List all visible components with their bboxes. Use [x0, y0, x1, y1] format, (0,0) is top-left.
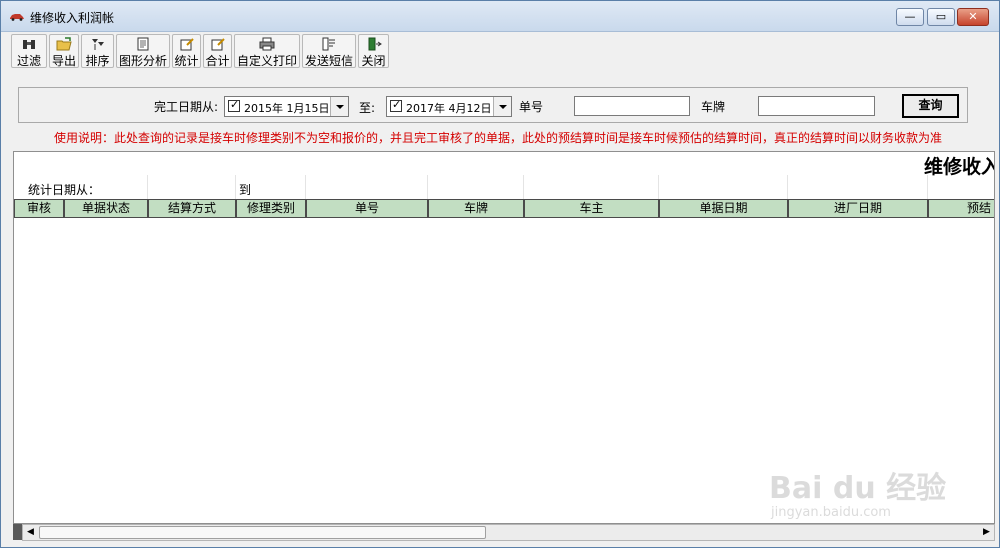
date-from-value: 2015年 1月15日 — [244, 102, 330, 115]
date-from-label: 完工日期从: — [154, 100, 219, 114]
custom-print-label: 自定义打印 — [236, 54, 297, 68]
export-button[interactable]: 导出 — [49, 34, 79, 68]
message-list-icon — [322, 37, 335, 51]
scrollbar-thumb[interactable] — [39, 526, 486, 539]
stat-to-label: 到 — [239, 183, 252, 197]
date-to-value: 2017年 4月12日 — [406, 102, 492, 115]
grid-divider — [235, 175, 236, 199]
usage-notice: 使用说明：此处查询的记录是接车时修理类别不为空和报价的，并且完工审核了的单据，此… — [54, 131, 943, 145]
edit-note-icon — [211, 38, 225, 51]
grid-corner — [13, 524, 22, 540]
sort-icon — [91, 39, 104, 50]
chart-analysis-label: 图形分析 — [118, 54, 167, 68]
date-to-dropdown[interactable] — [493, 97, 511, 116]
order-no-label: 单号 — [519, 100, 544, 114]
document-icon — [137, 37, 149, 51]
title-bar: 维修收入利润帐 — ▭ ✕ — [1, 1, 999, 32]
total-button[interactable]: 合计 — [203, 34, 232, 68]
main-window: 维修收入利润帐 — ▭ ✕ 过滤 导出 排序 图形分析 统计 合计 自定义打印 … — [0, 0, 1000, 548]
total-label: 合计 — [205, 54, 230, 68]
date-from-picker[interactable]: ✓ 2015年 1月15日 — [224, 96, 349, 117]
edit-note-icon — [180, 38, 194, 51]
column-header[interactable]: 单据日期 — [659, 199, 788, 218]
date-from-dropdown[interactable] — [330, 97, 348, 116]
grid-divider — [147, 175, 148, 199]
grid-divider — [523, 175, 524, 199]
scroll-left-icon[interactable]: ◀ — [23, 525, 38, 540]
sort-button[interactable]: 排序 — [81, 34, 114, 68]
stat-date-label: 统计日期从： — [28, 183, 101, 197]
order-no-input[interactable] — [574, 96, 690, 116]
minimize-button[interactable]: — — [896, 8, 924, 26]
chevron-down-icon — [499, 105, 507, 109]
grid-divider — [305, 175, 306, 199]
column-header[interactable]: 车牌 — [428, 199, 524, 218]
statistics-label: 统计 — [174, 54, 199, 68]
watermark-brand: Bai du 经验 — [769, 471, 947, 506]
column-header[interactable]: 进厂日期 — [788, 199, 928, 218]
baidu-watermark: Bai du 经验 jingyan.baidu.com — [769, 445, 969, 525]
export-folder-icon — [56, 37, 72, 51]
date-to-picker[interactable]: ✓ 2017年 4月12日 — [386, 96, 512, 117]
column-header[interactable]: 预结 — [928, 199, 994, 218]
minimize-icon: — — [904, 10, 916, 23]
close-icon: ✕ — [968, 10, 978, 23]
chevron-down-icon — [336, 105, 344, 109]
send-sms-button[interactable]: 发送短信 — [302, 34, 356, 68]
close-label: 关闭 — [361, 54, 386, 68]
close-window-button[interactable]: ✕ — [957, 8, 989, 26]
table-header: 审核 单据状态 结算方式 修理类别 单号 车牌 车主 单据日期 进厂日期 预结 — [14, 199, 994, 219]
binoculars-icon — [23, 40, 35, 49]
check-icon: ✓ — [230, 98, 240, 111]
column-header[interactable]: 单据状态 — [64, 199, 148, 218]
sort-label: 排序 — [85, 54, 110, 68]
date-to-checkbox[interactable]: ✓ — [390, 98, 402, 112]
column-header[interactable]: 车主 — [524, 199, 659, 218]
scroll-right-icon[interactable]: ▶ — [979, 525, 994, 540]
grid-divider — [658, 175, 659, 199]
close-button[interactable]: 关闭 — [358, 34, 389, 68]
send-sms-label: 发送短信 — [304, 54, 353, 68]
export-label: 导出 — [51, 54, 76, 68]
column-header[interactable]: 审核 — [14, 199, 64, 218]
printer-icon — [259, 37, 275, 51]
statistics-button[interactable]: 统计 — [172, 34, 201, 68]
filter-button[interactable]: 过滤 — [11, 34, 47, 68]
column-header[interactable]: 单号 — [306, 199, 428, 218]
search-button[interactable]: 查询 — [902, 94, 959, 118]
grid-divider — [787, 175, 788, 199]
column-header[interactable]: 修理类别 — [236, 199, 306, 218]
date-from-checkbox[interactable]: ✓ — [228, 98, 240, 112]
grid-divider — [927, 175, 928, 199]
exit-door-icon — [368, 37, 382, 51]
maximize-icon: ▭ — [935, 10, 947, 23]
horizontal-scrollbar[interactable]: ◀ ▶ — [22, 524, 995, 541]
query-panel: 完工日期从: ✓ 2015年 1月15日 至: ✓ 2017年 4月12日 单号… — [18, 87, 968, 123]
window-title: 维修收入利润帐 — [30, 11, 115, 25]
plate-label: 车牌 — [701, 100, 726, 114]
chart-analysis-button[interactable]: 图形分析 — [116, 34, 170, 68]
report-title: 维修收入 — [924, 156, 995, 178]
watermark-url: jingyan.baidu.com — [771, 505, 891, 520]
grid-divider — [427, 175, 428, 199]
column-header[interactable]: 结算方式 — [148, 199, 236, 218]
check-icon: ✓ — [392, 98, 402, 111]
car-icon — [10, 14, 24, 21]
custom-print-button[interactable]: 自定义打印 — [234, 34, 300, 68]
toolbar: 过滤 导出 排序 图形分析 统计 合计 自定义打印 发送短信 关闭 — [11, 34, 391, 70]
to-label: 至: — [359, 101, 376, 115]
plate-input[interactable] — [758, 96, 875, 116]
filter-label: 过滤 — [16, 54, 41, 68]
maximize-button[interactable]: ▭ — [927, 8, 955, 26]
